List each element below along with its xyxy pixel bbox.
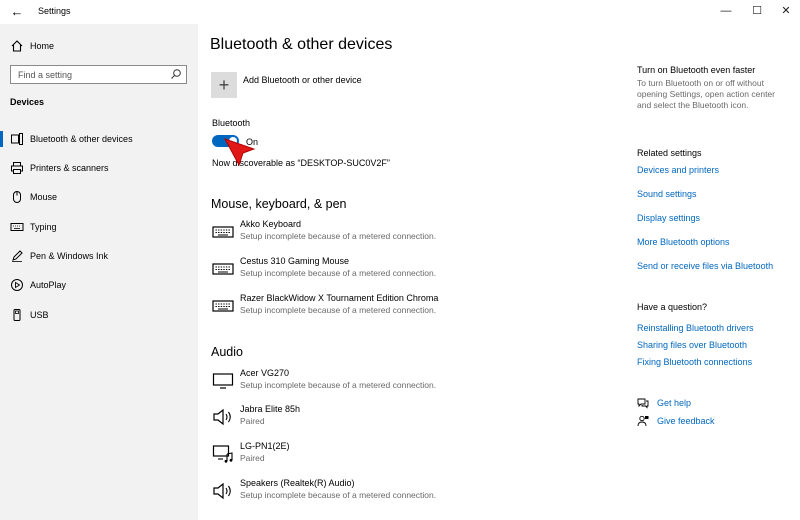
app-title: Settings — [38, 6, 71, 16]
get-help-icon — [637, 398, 649, 409]
device-name: Speakers (Realtek(R) Audio) — [240, 478, 355, 488]
keyboard-icon — [10, 223, 24, 231]
feedback-icon — [637, 415, 649, 427]
device-name: Akko Keyboard — [240, 219, 302, 229]
device-name: Cestus 310 Gaming Mouse — [240, 256, 350, 266]
sidebar-item-label: Bluetooth & other devices — [30, 134, 133, 144]
selection-indicator — [0, 131, 3, 147]
keyboard-icon — [212, 263, 234, 275]
sidebar-item-label: AutoPlay — [30, 280, 67, 290]
speaker-icon — [213, 482, 231, 500]
sidebar-item-label: Mouse — [30, 192, 58, 202]
link-devices-and-printers[interactable]: Devices and printers — [637, 165, 719, 175]
tip-text: To turn Bluetooth on or off without open… — [637, 78, 775, 110]
link-reinstalling-drivers[interactable]: Reinstalling Bluetooth drivers — [637, 323, 754, 333]
link-more-bluetooth-options[interactable]: More Bluetooth options — [637, 237, 730, 247]
question-heading: Have a question? — [637, 302, 708, 312]
related-settings-heading: Related settings — [637, 148, 702, 158]
device-name: Jabra Elite 85h — [240, 404, 301, 414]
sidebar-item-home[interactable]: Home — [0, 36, 198, 56]
speaker-icon — [213, 408, 231, 426]
device-item[interactable]: Speakers (Realtek(R) Audio) Setup incomp… — [210, 477, 610, 507]
device-name: LG-PN1(2E) — [240, 441, 290, 451]
group-title-input-devices: Mouse, keyboard, & pen — [211, 197, 347, 211]
device-name: Razer BlackWidow X Tournament Edition Ch… — [240, 293, 439, 303]
search-box[interactable] — [10, 65, 187, 84]
device-status: Setup incomplete because of a metered co… — [240, 268, 437, 278]
group-title-audio: Audio — [211, 345, 243, 359]
link-display-settings[interactable]: Display settings — [637, 213, 700, 223]
link-send-receive-files[interactable]: Send or receive files via Bluetooth — [637, 261, 773, 271]
link-fixing-connections[interactable]: Fixing Bluetooth connections — [637, 357, 752, 367]
device-item[interactable]: Acer VG270 Setup incomplete because of a… — [210, 367, 610, 397]
bluetooth-label: Bluetooth — [212, 118, 251, 128]
device-status: Setup incomplete because of a metered co… — [240, 305, 437, 315]
sidebar-item-usb[interactable]: USB — [0, 304, 198, 326]
title-bar: ← Settings — ☐ ✕ — [0, 0, 800, 24]
add-device-plus-icon[interactable]: + — [211, 72, 237, 98]
pointer-cursor-icon — [224, 138, 256, 167]
back-arrow-icon[interactable]: ← — [8, 3, 26, 21]
close-icon[interactable]: ✕ — [772, 2, 800, 20]
sidebar-section-devices: Devices — [10, 97, 45, 107]
sidebar-item-typing[interactable]: Typing — [0, 216, 198, 238]
give-feedback-link[interactable]: Give feedback — [657, 416, 715, 426]
add-device-button[interactable]: Add Bluetooth or other device — [243, 75, 362, 85]
printer-icon — [11, 162, 23, 174]
sidebar-item-bluetooth[interactable]: Bluetooth & other devices — [0, 128, 198, 150]
device-item[interactable]: Akko Keyboard Setup incomplete because o… — [210, 218, 610, 248]
pen-icon — [12, 250, 23, 262]
page-title: Bluetooth & other devices — [210, 36, 393, 53]
sidebar-item-label: Pen & Windows Ink — [30, 251, 109, 261]
sidebar-item-pen[interactable]: Pen & Windows Ink — [0, 245, 198, 267]
device-name: Acer VG270 — [240, 368, 290, 378]
bluetooth-icon — [11, 133, 23, 145]
usb-icon — [13, 309, 21, 321]
display-audio-icon — [212, 445, 233, 463]
home-icon — [11, 40, 23, 52]
sidebar-item-label: Printers & scanners — [30, 163, 109, 173]
device-item[interactable]: Cestus 310 Gaming Mouse Setup incomplete… — [210, 255, 610, 285]
sidebar-item-mouse[interactable]: Mouse — [0, 186, 198, 208]
keyboard-icon — [212, 226, 234, 238]
maximize-icon[interactable]: ☐ — [743, 2, 771, 20]
tip-heading: Turn on Bluetooth even faster — [637, 65, 756, 75]
keyboard-icon — [212, 300, 234, 312]
sidebar: Home Devices Bluetooth & other devices P… — [0, 24, 198, 520]
sidebar-item-autoplay[interactable]: AutoPlay — [0, 274, 198, 296]
mouse-icon — [13, 191, 21, 203]
device-status: Setup incomplete because of a metered co… — [240, 380, 437, 390]
autoplay-icon — [11, 279, 23, 291]
device-status: Setup incomplete because of a metered co… — [240, 490, 437, 500]
sidebar-home-label: Home — [30, 41, 55, 51]
search-icon[interactable] — [170, 68, 182, 80]
sidebar-item-label: Typing — [30, 222, 57, 232]
device-status: Setup incomplete because of a metered co… — [240, 231, 437, 241]
minimize-icon[interactable]: — — [712, 2, 740, 20]
link-sharing-files[interactable]: Sharing files over Bluetooth — [637, 340, 747, 350]
sidebar-item-printers[interactable]: Printers & scanners — [0, 157, 198, 179]
device-item[interactable]: LG-PN1(2E) Paired — [210, 440, 610, 470]
device-status: Paired — [240, 416, 265, 426]
device-item[interactable]: Razer BlackWidow X Tournament Edition Ch… — [210, 292, 610, 322]
link-sound-settings[interactable]: Sound settings — [637, 189, 697, 199]
device-status: Paired — [240, 453, 265, 463]
device-item[interactable]: Jabra Elite 85h Paired — [210, 403, 610, 433]
search-input[interactable] — [11, 66, 161, 83]
get-help-link[interactable]: Get help — [657, 398, 691, 408]
monitor-icon — [212, 373, 234, 389]
sidebar-item-label: USB — [30, 310, 49, 320]
